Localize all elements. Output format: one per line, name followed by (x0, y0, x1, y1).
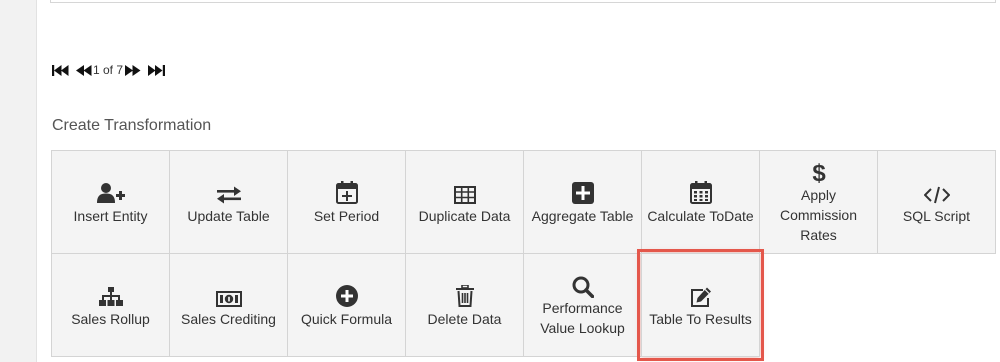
money-bill-icon (215, 281, 242, 307)
pagination: 1 of 7 (52, 62, 166, 78)
first-page-icon (52, 64, 69, 76)
calendar-icon (689, 178, 712, 204)
next-page-button[interactable] (125, 64, 141, 76)
delete-data-tile[interactable]: Delete Data (405, 253, 524, 357)
fast-forward-icon (125, 64, 141, 76)
swap-arrows-icon (216, 178, 241, 204)
quick-formula-tile[interactable]: Quick Formula (287, 253, 406, 357)
dollar-icon: $ (812, 159, 826, 185)
calculate-todate-tile[interactable]: Calculate ToDate (641, 150, 760, 254)
tile-label: Update Table (187, 208, 270, 224)
search-icon (572, 272, 594, 298)
section-title: Create Transformation (52, 117, 212, 134)
last-page-icon (148, 64, 166, 76)
tile-label: Insert Entity (73, 208, 148, 224)
rewind-icon (76, 64, 92, 76)
tile-label: Sales Rollup (71, 311, 150, 327)
tile-label: SQL Script (902, 208, 971, 224)
table-to-results-tile[interactable]: Table To Results (637, 249, 764, 361)
sales-crediting-tile[interactable]: Sales Crediting (169, 253, 288, 357)
tile-label: Aggregate Table (531, 208, 634, 224)
add-user-icon (96, 178, 125, 204)
set-period-tile[interactable]: Set Period (287, 150, 406, 254)
tile-label: Delete Data (427, 311, 502, 327)
trash-icon (455, 281, 474, 307)
sales-rollup-tile[interactable]: Sales Rollup (51, 253, 170, 357)
sql-script-tile[interactable]: SQL Script (877, 150, 996, 254)
plus-circle-icon (335, 281, 358, 307)
edit-icon (690, 281, 712, 307)
previous-page-button[interactable] (76, 64, 92, 76)
previous-panel-border (50, 0, 996, 3)
tile-label: Quick Formula (300, 311, 393, 327)
plus-square-icon (571, 178, 594, 204)
first-page-button[interactable] (52, 64, 69, 76)
transformation-grid: Insert Entity Update Table Set Period Du… (51, 150, 996, 361)
code-icon (923, 178, 950, 204)
table-grid-icon (453, 178, 476, 204)
tile-label: Table To Results (649, 311, 752, 327)
aggregate-table-tile[interactable]: Aggregate Table (523, 150, 642, 254)
page-indicator: 1 of 7 (93, 63, 124, 77)
apply-commission-rates-tile[interactable]: $ Apply Commission Rates (759, 150, 878, 254)
tile-label: Calculate ToDate (647, 208, 754, 224)
last-page-button[interactable] (148, 64, 166, 76)
duplicate-data-tile[interactable]: Duplicate Data (405, 150, 524, 254)
tile-label: Performance Value Lookup (540, 300, 625, 336)
update-table-tile[interactable]: Update Table (169, 150, 288, 254)
left-rail (0, 0, 37, 362)
tile-label: Sales Crediting (181, 311, 276, 327)
tile-label: Set Period (313, 208, 380, 224)
sitemap-icon (98, 281, 123, 307)
calendar-plus-icon (335, 178, 358, 204)
insert-entity-tile[interactable]: Insert Entity (51, 150, 170, 254)
tile-label: Duplicate Data (418, 208, 511, 224)
tile-label: Apply Commission Rates (779, 187, 857, 243)
performance-value-lookup-tile[interactable]: Performance Value Lookup (523, 253, 642, 357)
svg-text:$: $ (812, 160, 826, 185)
